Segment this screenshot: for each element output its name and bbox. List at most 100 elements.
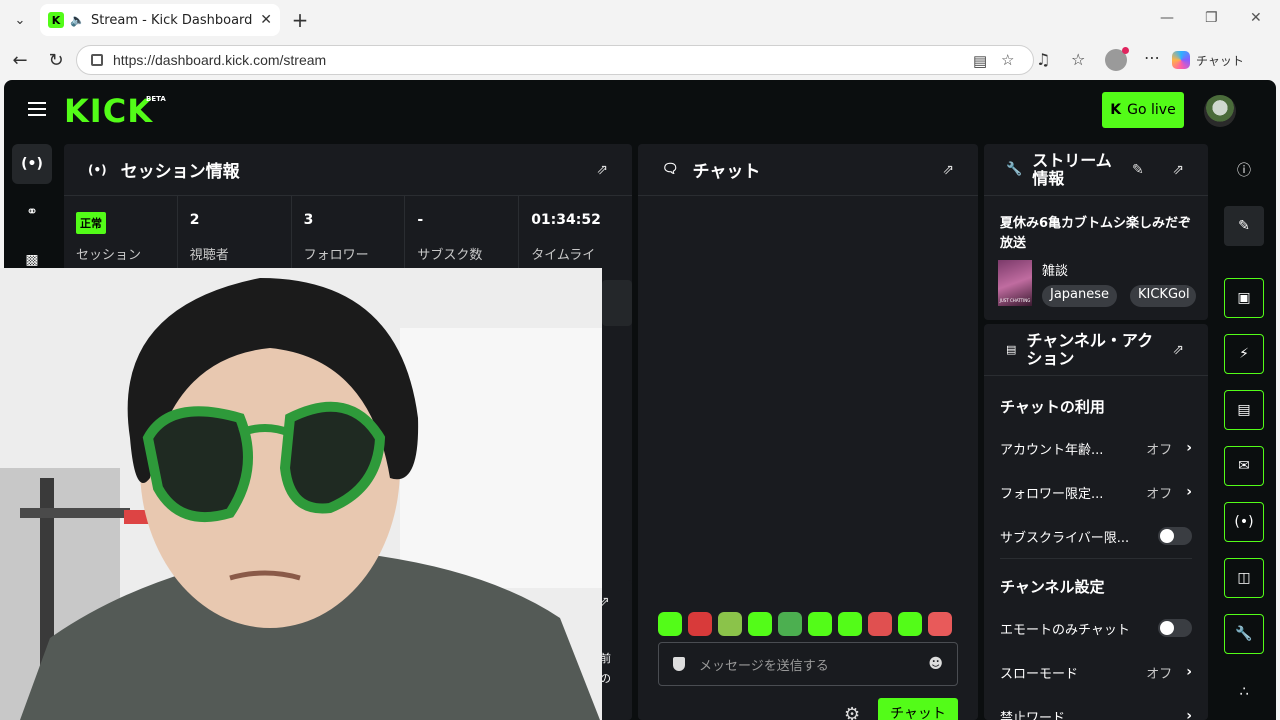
- emote-icon[interactable]: [778, 612, 802, 636]
- broadcast-icon: (•): [88, 162, 107, 177]
- stream-info-popout-icon[interactable]: ⇗: [1172, 162, 1184, 178]
- setting-row-followers-only[interactable]: フォロワー限定... オフ ›: [1000, 480, 1192, 504]
- stat-followers: 3 フォロワー: [292, 196, 406, 270]
- emote-icon[interactable]: [748, 612, 772, 636]
- browser-tab-active[interactable]: K 🔈 Stream - Kick Dashboard ✕: [40, 4, 280, 36]
- session-popout-icon[interactable]: ⇗: [596, 162, 608, 178]
- setting-row-banned-words[interactable]: 禁止ワード ›: [1000, 704, 1192, 720]
- setting-row-emote-only: エモートのみチャット: [1000, 616, 1192, 640]
- restore-button[interactable]: ❐: [1205, 10, 1218, 26]
- shield-icon[interactable]: [673, 657, 685, 671]
- wrench-icon: 🔧: [1006, 162, 1023, 177]
- back-button[interactable]: ←: [8, 48, 32, 72]
- stat-label: サブスク数: [417, 248, 483, 263]
- browser-profile-avatar[interactable]: [1105, 47, 1129, 71]
- site-info-icon[interactable]: [91, 54, 103, 66]
- chat-message-input[interactable]: メッセージを送信する ☻: [658, 642, 958, 686]
- chat-popout-icon[interactable]: ⇗: [942, 162, 954, 178]
- setting-label: スローモード: [1000, 666, 1079, 682]
- chat-usage-heading: チャットの利用: [1000, 398, 1105, 416]
- webcam-overlay: [0, 268, 602, 720]
- setting-label: 禁止ワード: [1000, 710, 1066, 720]
- channel-settings-heading: チャンネル設定: [1000, 578, 1105, 596]
- emote-icon[interactable]: [898, 612, 922, 636]
- edit-pencil-icon[interactable]: ✎: [1132, 162, 1144, 178]
- kick-logo[interactable]: KICK: [64, 92, 153, 130]
- setting-value: オフ: [1146, 442, 1173, 458]
- stat-label: 視聴者: [189, 248, 229, 263]
- emote-icon[interactable]: [658, 612, 682, 636]
- link-nav-icon[interactable]: ⚭: [12, 192, 52, 232]
- beta-label: BETA: [146, 95, 166, 103]
- apps-icon[interactable]: ∴: [1224, 672, 1264, 712]
- address-bar[interactable]: https://dashboard.kick.com/stream ▤ ☆: [76, 45, 1034, 75]
- emote-icon[interactable]: [868, 612, 892, 636]
- stat-value: -: [417, 212, 424, 228]
- copilot-button[interactable]: チャット: [1172, 46, 1264, 74]
- stat-label: フォロワー: [303, 248, 369, 263]
- session-stats: 正常 セッション 2 視聴者 3 フォロワー - サブスク数 01:34:52 …: [64, 196, 632, 270]
- session-title: セッション情報: [120, 162, 240, 182]
- media-control-icon[interactable]: ♫: [1036, 50, 1050, 69]
- stat-viewers: 2 視聴者: [178, 196, 292, 270]
- setting-row-slow-mode[interactable]: スローモード オフ ›: [1000, 660, 1192, 684]
- emoji-picker-icon[interactable]: ☻: [928, 656, 943, 672]
- more-options-icon[interactable]: ⋯: [1144, 48, 1160, 67]
- emote-icon[interactable]: [928, 612, 952, 636]
- stream-info-title: ストリーム情報: [1032, 150, 1112, 188]
- close-window-button[interactable]: ✕: [1250, 10, 1262, 26]
- chevron-right-icon: ›: [1186, 664, 1192, 680]
- go-live-button[interactable]: K Go live: [1102, 92, 1184, 128]
- collapsed-tab[interactable]: [602, 280, 632, 326]
- tab-list-chevron-icon[interactable]: ⌄: [8, 8, 32, 32]
- subscribers-only-toggle[interactable]: [1158, 527, 1192, 545]
- new-tab-button[interactable]: +: [288, 8, 312, 32]
- webcam-image: [0, 268, 602, 720]
- lightning-icon[interactable]: ⚡: [1224, 334, 1264, 374]
- copilot-icon: [1172, 51, 1190, 69]
- setting-row-account-age[interactable]: アカウント年齢... オフ ›: [1000, 436, 1192, 460]
- speaker-icon[interactable]: 🔈: [70, 13, 85, 27]
- stream-title-text: 夏休み6亀カブトムシ楽しみだぞ放送: [1000, 216, 1192, 251]
- wrench-rail-icon[interactable]: 🔧: [1224, 614, 1264, 654]
- stat-subs: - サブスク数: [405, 196, 520, 270]
- stat-value: 2: [189, 212, 200, 228]
- chat-placeholder: メッセージを送信する: [699, 658, 829, 674]
- emote-icon[interactable]: [718, 612, 742, 636]
- favorite-star-icon[interactable]: ☆: [1001, 51, 1014, 69]
- setting-row-subscribers-only: サブスクライバー限...: [1000, 524, 1192, 548]
- stream-nav-icon[interactable]: (•): [12, 144, 52, 184]
- favorites-icon[interactable]: ☆: [1071, 50, 1085, 69]
- user-avatar[interactable]: [1204, 95, 1236, 127]
- copilot-label: チャット: [1196, 53, 1244, 68]
- broadcast-rail-icon[interactable]: (•): [1224, 502, 1264, 542]
- edit-icon[interactable]: ✎: [1224, 206, 1264, 246]
- emote-only-toggle[interactable]: [1158, 619, 1192, 637]
- chevron-right-icon: ›: [1186, 440, 1192, 456]
- channel-actions-popout-icon[interactable]: ⇗: [1172, 342, 1184, 358]
- chat-title: チャット: [692, 162, 761, 182]
- emote-icon[interactable]: [688, 612, 712, 636]
- chat-settings-gear-icon[interactable]: ⚙: [844, 704, 860, 720]
- kick-favicon-icon: K: [48, 12, 64, 28]
- setting-label: フォロワー限定...: [1000, 486, 1104, 502]
- tag[interactable]: Japanese: [1042, 285, 1118, 307]
- video-layout-icon[interactable]: ◫: [1224, 558, 1264, 598]
- info-icon[interactable]: ⓘ: [1224, 150, 1264, 190]
- notes-icon[interactable]: ▤: [1224, 390, 1264, 430]
- emote-icon[interactable]: [838, 612, 862, 636]
- chat-icon[interactable]: ✉: [1224, 446, 1264, 486]
- minimize-button[interactable]: —: [1160, 10, 1174, 26]
- reload-button[interactable]: ↻: [44, 48, 68, 72]
- stream-info-panel: 🔧 ストリーム情報 ✎ ⇗ 夏休み6亀カブトムシ楽しみだぞ放送 JUST CHA…: [984, 144, 1208, 320]
- screen-capture-icon[interactable]: ▣: [1224, 278, 1264, 318]
- menu-hamburger-icon[interactable]: [28, 102, 46, 116]
- setting-label: エモートのみチャット: [1000, 622, 1130, 638]
- emote-icon[interactable]: [808, 612, 832, 636]
- chat-send-button[interactable]: チャット: [878, 698, 958, 720]
- stat-status: 正常 セッション: [64, 196, 178, 270]
- tab-close-icon[interactable]: ✕: [260, 12, 272, 28]
- tag[interactable]: KICKGol: [1130, 285, 1196, 307]
- reader-view-icon[interactable]: ▤: [973, 52, 987, 70]
- chat-bubble-icon: 🗨: [662, 162, 679, 177]
